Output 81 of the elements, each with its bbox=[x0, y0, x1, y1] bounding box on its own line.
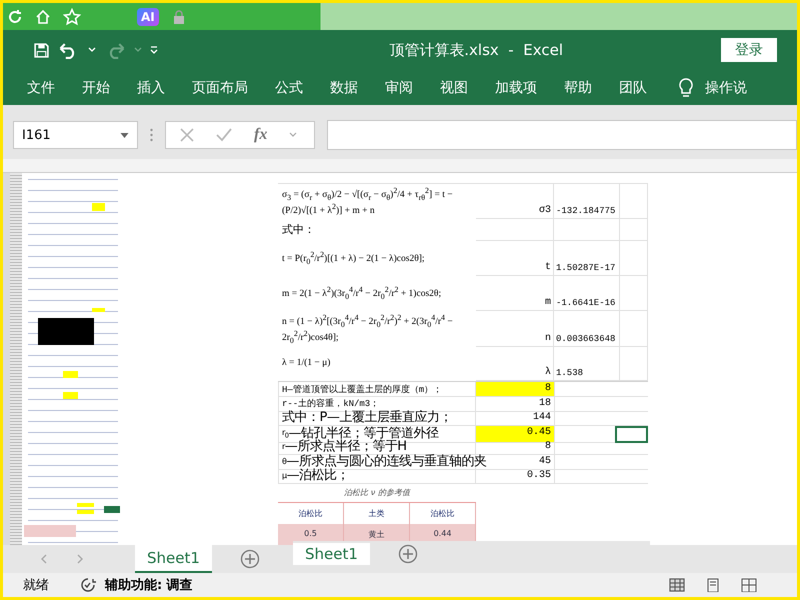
empty-cell[interactable] bbox=[554, 454, 615, 470]
cell[interactable] bbox=[615, 426, 648, 444]
value-cell: -1.6641E-16 bbox=[554, 276, 620, 311]
value-cell: 8 bbox=[476, 382, 554, 397]
drag-handle-icon[interactable] bbox=[150, 128, 153, 142]
value-cell: 0.003663648 bbox=[554, 311, 620, 348]
formula-text: σ$_{3}$ = (σ$_{r}$ + σ$_{θ}$)/2 − √[(σ$_{r}$ − σ$_{θ}$)$^{2}$/4 + τ$_{rθ}$$^{2}$] = t − (P/2)√[(1 + λ$^{2}$)] + m + n bbox=[281, 185, 454, 218]
empty-cell[interactable] bbox=[554, 469, 615, 484]
customize-toolbar-icon[interactable] bbox=[150, 46, 158, 54]
value-cell: 18 bbox=[476, 396, 554, 412]
formula-input-field[interactable] bbox=[327, 120, 797, 150]
parameter-label: —所求点与圆心的连线与垂直轴的夹 bbox=[286, 454, 486, 468]
ribbon-tab[interactable]: 加载项 bbox=[495, 78, 537, 96]
empty-cell[interactable] bbox=[554, 411, 615, 426]
next-sheet-icon[interactable] bbox=[77, 554, 83, 564]
name-box[interactable]: I161 bbox=[13, 121, 138, 149]
parameter-label: —所求点半径；等于H bbox=[284, 440, 407, 454]
status-text: 就绪 bbox=[23, 577, 49, 594]
insert-function-button[interactable]: fx bbox=[254, 126, 268, 144]
add-sheet-icon[interactable] bbox=[398, 544, 418, 564]
sheet-tab[interactable]: Sheet1 bbox=[135, 545, 212, 573]
add-sheet-icon[interactable] bbox=[240, 549, 260, 569]
formula-text: λ = 1/(1 − μ) bbox=[281, 357, 332, 370]
symbol-text: θ bbox=[282, 456, 286, 468]
value-cell: 8 bbox=[476, 440, 554, 455]
save-icon[interactable] bbox=[33, 42, 50, 58]
empty-cell[interactable] bbox=[476, 219, 554, 241]
page-break-icon[interactable] bbox=[741, 578, 757, 592]
star-icon[interactable] bbox=[63, 8, 81, 26]
ribbon-tab[interactable]: 帮助 bbox=[564, 78, 592, 96]
value-cell: -132.184775 bbox=[554, 184, 620, 220]
parameter-label: —泊松比； bbox=[286, 469, 350, 483]
cancel-icon[interactable] bbox=[180, 128, 194, 142]
page-layout-icon[interactable] bbox=[705, 578, 721, 592]
formula-text: 式中： bbox=[281, 222, 316, 238]
ribbon-tab[interactable]: 数据 bbox=[330, 78, 358, 96]
variable-label: m bbox=[476, 276, 554, 311]
ribbon-tab[interactable]: 公式 bbox=[275, 78, 303, 96]
ribbon-tab[interactable]: 文件 bbox=[27, 78, 55, 96]
value-cell: 1.50287E-17 bbox=[554, 241, 620, 276]
variable-label: σ3 bbox=[476, 184, 554, 220]
ribbon-tab[interactable]: 页面布局 bbox=[192, 78, 248, 96]
window-title: 顶管计算表.xlsx - Excel bbox=[389, 40, 563, 60]
empty-cell[interactable] bbox=[554, 219, 620, 241]
value-cell: 1.538 bbox=[554, 346, 620, 381]
normal-view-icon[interactable] bbox=[669, 578, 685, 592]
home-icon[interactable] bbox=[35, 8, 51, 24]
variable-label: t bbox=[476, 241, 554, 276]
caret-icon bbox=[134, 46, 142, 54]
symbol-text: r$_{0}$ bbox=[282, 426, 289, 442]
formula-text: m = 2(1 − λ$^{2}$)(3r$_{0}$$^{4}$/r$^{4}$ − 2r$_{0}$$^{2}$/r$^{2}$ + 1)cos2θ; bbox=[281, 284, 442, 304]
ribbon-tab[interactable]: 审阅 bbox=[385, 78, 413, 96]
variable-label: n bbox=[476, 311, 554, 348]
ribbon-tab[interactable]: 团队 bbox=[619, 78, 647, 96]
empty-cell[interactable] bbox=[554, 440, 615, 455]
refresh-icon[interactable] bbox=[7, 8, 23, 24]
check-icon[interactable] bbox=[216, 128, 232, 142]
parameter-label: r--土的容重，kN/m3； bbox=[282, 398, 380, 410]
variable-label: λ bbox=[476, 346, 554, 381]
symbol-text: μ bbox=[282, 470, 287, 482]
ai-badge[interactable]: AI bbox=[137, 8, 159, 26]
table-caption: 泊松比 ν 的参考值 bbox=[343, 486, 412, 498]
login-button[interactable]: 登录 bbox=[721, 38, 777, 62]
value-cell: 0.35 bbox=[476, 469, 554, 484]
lightbulb-icon[interactable] bbox=[678, 78, 694, 98]
tell-me-search[interactable]: 操作说 bbox=[705, 78, 747, 96]
ribbon-tab[interactable]: 插入 bbox=[137, 78, 165, 96]
ribbon-tab[interactable]: 视图 bbox=[440, 78, 468, 96]
parameter-label: H—管道顶管以上覆盖土层的厚度（m）； bbox=[282, 383, 442, 396]
previous-sheet-icon[interactable] bbox=[41, 554, 47, 564]
sheet-tab[interactable]: Sheet1 bbox=[293, 543, 370, 565]
formula-text: t = P(r$_{0}$$^{2}$/r$^{2}$)[(1 + λ) − 2(1 − λ)cos2θ]; bbox=[281, 249, 426, 268]
parameter-label: 式中：P—上覆土层垂直应力； bbox=[282, 411, 452, 425]
accessibility-icon[interactable] bbox=[79, 577, 97, 593]
accessibility-status[interactable]: 辅助功能: 调查 bbox=[105, 576, 193, 594]
ribbon-tab[interactable]: 开始 bbox=[82, 78, 110, 96]
formula-text: n = (1 − λ)$^{2}$[(3r$_{0}$$^{4}$/r$^{4}$ − 2r$_{0}$$^{2}$/r$^{2}$)$^{2}$ + 2(3r$_{0}$$^{4}$/r$^{4}$ − 2r$_{0}$$^{2}$/r$^{2}$)cos4θ]; bbox=[281, 312, 454, 348]
dropdown-caret-icon[interactable] bbox=[120, 132, 129, 138]
caret-icon[interactable] bbox=[88, 46, 96, 54]
empty-cell[interactable] bbox=[554, 396, 615, 412]
symbol-text: r bbox=[282, 441, 285, 453]
